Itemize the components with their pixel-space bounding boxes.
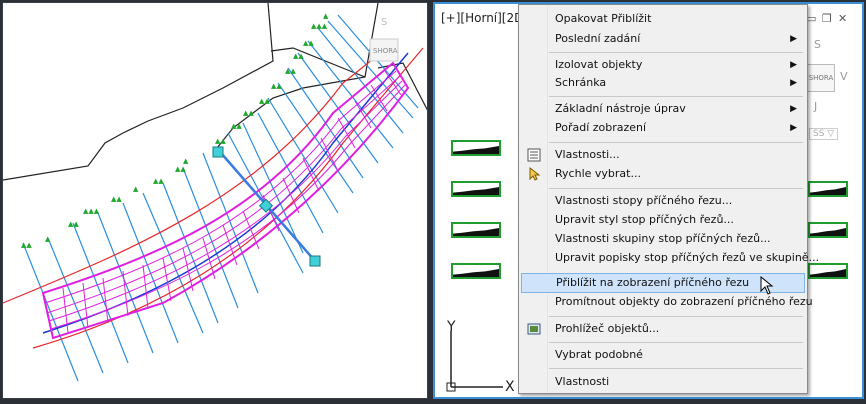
menu-item-edit-sample-line-labels[interactable]: Upravit popisky stop příčných řezů ve sk… [521, 248, 819, 268]
svg-text:▲▲▲: ▲▲▲ [311, 22, 328, 30]
submenu-arrow-icon: ▶ [790, 60, 797, 70]
close-viewport-icon[interactable]: ✕ [838, 12, 847, 25]
svg-text:▲▲: ▲▲ [153, 177, 164, 185]
svg-text:▲▲: ▲▲ [215, 137, 226, 145]
svg-text:▲: ▲ [45, 235, 51, 243]
menu-item-select-similar[interactable]: Vybrat podobné [521, 345, 805, 365]
svg-text:S: S [381, 17, 387, 28]
menu-item-quick-select[interactable]: Rychle vybrat... [521, 164, 805, 184]
svg-text:X: X [505, 379, 515, 394]
svg-text:▲▲: ▲▲ [68, 220, 79, 228]
svg-text:▲▲: ▲▲ [285, 67, 296, 75]
menu-item-repeat-zoom[interactable]: Opakovat Přiblížit [521, 9, 805, 29]
svg-text:▲: ▲ [133, 185, 139, 193]
svg-text:▲▲: ▲▲ [175, 165, 186, 173]
menu-item-edit-sample-line-style[interactable]: Upravit styl stop příčných řezů... [521, 210, 805, 230]
menu-item-isolate-objects[interactable]: Izolovat objekty ▶ [521, 55, 805, 75]
section-view-thumbnail[interactable] [451, 140, 501, 156]
menu-item-clipboard[interactable]: Schránka ▶ [521, 73, 805, 93]
svg-text:▲: ▲ [183, 157, 189, 165]
svg-text:▲▲: ▲▲ [111, 195, 122, 203]
section-view-thumbnail[interactable] [451, 222, 501, 238]
menu-item-properties[interactable]: Vlastnosti... [521, 145, 805, 165]
menu-item-sample-line-properties[interactable]: Vlastnosti stopy příčného řezu... [521, 191, 805, 211]
submenu-arrow-icon: ▶ [790, 123, 797, 133]
properties-icon [527, 148, 541, 162]
plan-drawing: ▲▲▲▲▲ ▲▲▲▲▲▲ ▲▲▲▲▲ ▲▲▲▲▲▲ ▲▲▲▲▲▲ ▲▲▲▲▲▲▲… [3, 3, 427, 382]
svg-text:▲▲▲: ▲▲▲ [83, 207, 100, 215]
section-view-thumbnail[interactable] [451, 181, 501, 197]
svg-text:▲▲: ▲▲ [231, 122, 242, 130]
menu-item-basic-modify-tools[interactable]: Základní nástroje úprav ▶ [521, 99, 805, 119]
section-view-thumbnail[interactable] [451, 263, 501, 279]
section-view-thumbnail[interactable] [808, 181, 848, 197]
context-menu: Opakovat Přiblížit Poslední zadání ▶ Izol… [518, 4, 819, 394]
ucs-icon: Y X [446, 319, 515, 394]
compass-j-icon: J [814, 100, 818, 113]
mouse-cursor-icon [760, 276, 774, 295]
svg-text:▲▲: ▲▲ [259, 97, 270, 105]
svg-text:▲▲: ▲▲ [243, 109, 254, 117]
svg-text:▲▲: ▲▲ [21, 241, 32, 249]
left-drawing-viewport[interactable]: ▲▲ ▲ ▲▲ ▲▲▲ ▲▲ ▲ ▲▲ ▲▲ ▲ ▲▲ ▲▲ ▲▲ ▲▲ ▲▲ ▲▲ ▲▲ ▲▲ ▲▲▲… [2, 2, 428, 399]
restore-viewport-icon[interactable]: ❐ [822, 12, 832, 25]
svg-text:▲▲: ▲▲ [303, 39, 314, 47]
object-viewer-icon [527, 323, 541, 335]
quick-select-icon [529, 167, 541, 181]
menu-item-object-viewer[interactable]: Prohlížeč objektů... [521, 319, 805, 339]
wcs-dropdown[interactable]: SS ▽ [809, 128, 839, 140]
compass-v-icon: V [840, 70, 848, 83]
submenu-arrow-icon: ▶ [790, 34, 797, 44]
compass-s-icon: S [814, 38, 821, 51]
submenu-arrow-icon: ▶ [790, 78, 797, 88]
svg-text:▲▲: ▲▲ [271, 82, 282, 90]
menu-item-properties-plain[interactable]: Vlastnosti [521, 372, 805, 392]
section-view-thumbnail[interactable] [808, 222, 848, 238]
menu-item-recent-input[interactable]: Poslední zadání ▶ [521, 29, 805, 49]
svg-text:SHORA: SHORA [373, 47, 398, 55]
menu-item-sample-line-group-properties[interactable]: Vlastnosti skupiny stop příčných řezů... [521, 229, 805, 249]
svg-text:▲: ▲ [323, 12, 329, 20]
view-cube[interactable]: SHORA [807, 64, 835, 92]
menu-item-draw-order[interactable]: Pořadí zobrazení ▶ [521, 118, 805, 138]
svg-text:▲▲: ▲▲ [293, 52, 304, 60]
svg-text:Y: Y [446, 319, 456, 335]
submenu-arrow-icon: ▶ [790, 104, 797, 114]
